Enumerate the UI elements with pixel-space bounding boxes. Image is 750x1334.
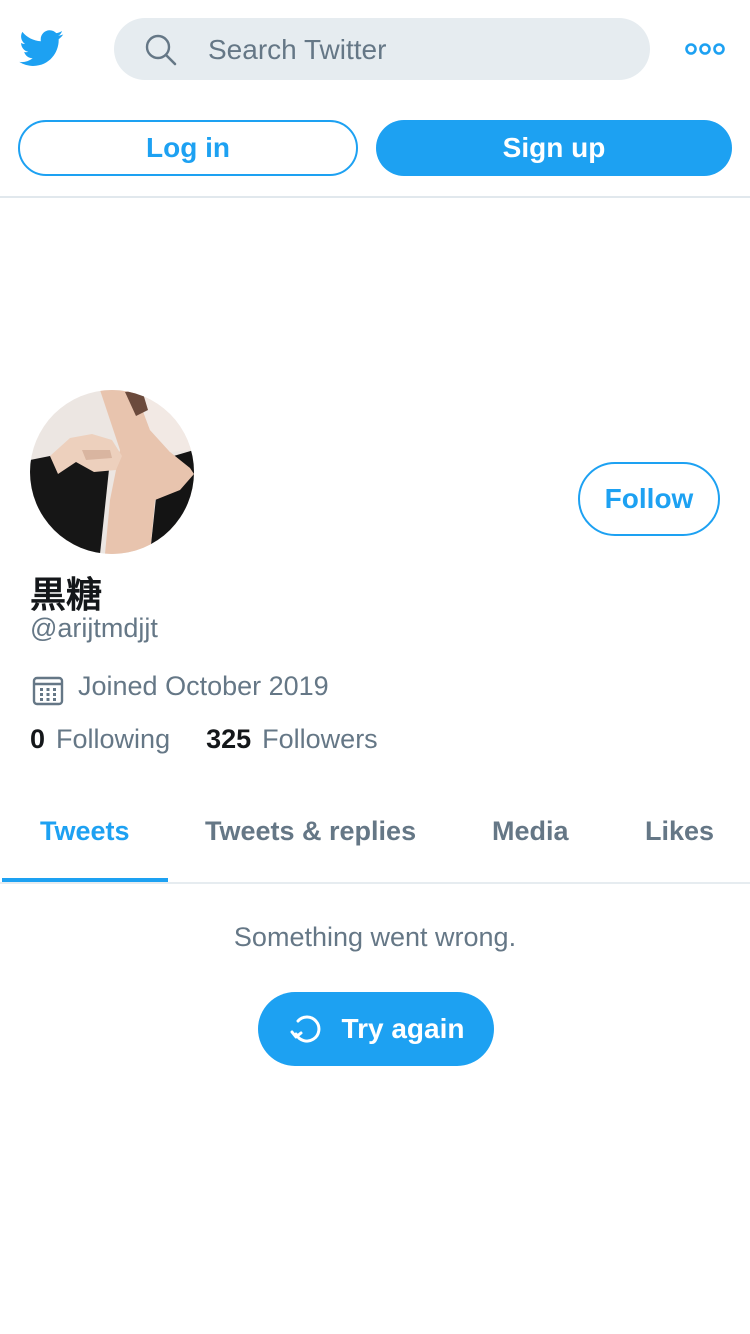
tab-tweets[interactable]: Tweets: [40, 816, 130, 847]
error-message: Something went wrong.: [233, 922, 517, 952]
signup-button[interactable]: Sign up: [376, 120, 732, 176]
follow-button[interactable]: Follow: [578, 462, 720, 536]
search-icon: [145, 34, 177, 66]
search-placeholder: Search Twitter: [208, 34, 387, 65]
active-tab-indicator: [2, 878, 168, 882]
tab-likes[interactable]: Likes: [645, 816, 714, 847]
following-count[interactable]: 0: [30, 724, 45, 755]
following-label[interactable]: Following: [56, 724, 170, 755]
search-input[interactable]: Search Twitter: [114, 18, 650, 80]
tab-media[interactable]: Media: [492, 816, 569, 847]
top-bar: Search Twitter: [0, 0, 750, 100]
profile-tabs: Tweets Tweets & replies Media Likes: [0, 800, 750, 884]
follow-stats: 0 Following 325 Followers: [30, 724, 414, 755]
avatar[interactable]: [30, 390, 194, 554]
joined-date: Joined October 2019: [30, 666, 329, 706]
more-dots-icon[interactable]: [684, 40, 726, 58]
user-handle: @arijtmdjjt: [30, 613, 158, 643]
tabs-divider: [0, 882, 750, 884]
calendar-icon: [32, 676, 64, 706]
auth-buttons: Log in Sign up: [0, 120, 750, 178]
display-name: 黒糖: [30, 574, 103, 615]
refresh-icon: [290, 1015, 320, 1043]
try-again-button[interactable]: Try again: [258, 992, 494, 1066]
try-again-label: Try again: [341, 1013, 465, 1044]
header-divider: [0, 196, 750, 198]
followers-count[interactable]: 325: [206, 724, 251, 755]
tab-tweets-replies[interactable]: Tweets & replies: [205, 816, 416, 847]
joined-text: Joined October 2019: [78, 670, 329, 701]
login-button[interactable]: Log in: [18, 120, 358, 176]
avatar-image: [30, 390, 194, 554]
followers-label[interactable]: Followers: [262, 724, 378, 755]
twitter-bird-icon[interactable]: [18, 26, 66, 70]
